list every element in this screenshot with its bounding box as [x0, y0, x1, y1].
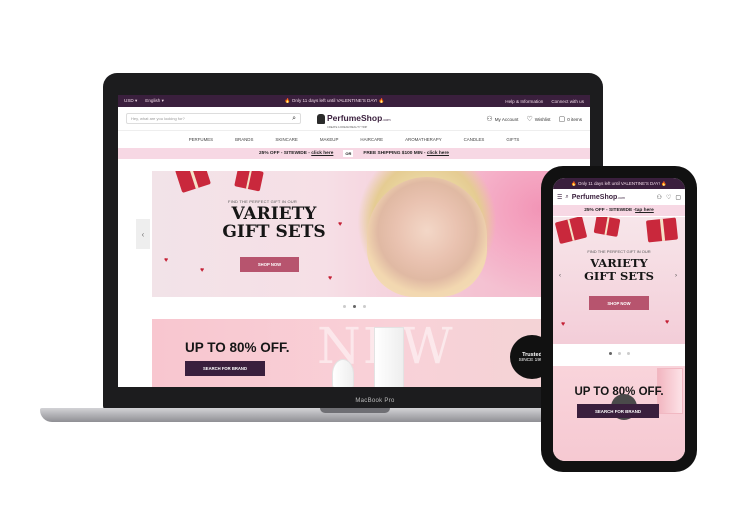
heart-decoration-icon: ♥ [164, 257, 169, 264]
sale-title: UP TO 80% OFF. [185, 340, 290, 355]
logo-tagline: CREATE A DREAM BEAUTY TRIP [327, 126, 368, 129]
carousel-dot[interactable] [626, 352, 630, 355]
promo-strip: 25% OFF - SITEWIDE - click here OR FREE … [118, 148, 590, 159]
header-actions: ⚇ My Account ♡ Wishlist ▢ 0 items [486, 115, 582, 123]
shop-now-button[interactable]: SHOP NOW [240, 257, 299, 272]
mobile-header-actions: ⚇ ♡ ▢ [657, 194, 681, 201]
carousel-dot[interactable] [362, 305, 366, 308]
mobile-sale-banner: UP TO 80% OFF. Trusted SEARCH FOR BRAND [553, 366, 685, 461]
search-icon[interactable]: ⌕ [292, 115, 296, 123]
heart-decoration-icon: ♥ [561, 321, 566, 328]
desktop-topbar: USD ▾ English ▾ 🔥 Only 11 days left unti… [118, 95, 590, 107]
gift-box-image [554, 217, 588, 245]
mobile-carousel-dots [553, 352, 685, 355]
search-input[interactable]: Hey, what are you looking for? ⌕ [126, 113, 301, 124]
main-nav: PERFUMES BRANDS SKINCARE MAKEUP HAIRCARE… [118, 131, 590, 148]
nav-item-skincare[interactable]: SKINCARE [275, 137, 297, 142]
mobile-promo-strip: 25% OFF - SITEWIDE - tap here [553, 205, 685, 216]
mobile-header: ☰ ⌕ PerfumeShop.com ⚇ ♡ ▢ [553, 189, 685, 205]
carousel-prev-button[interactable]: ‹ [136, 219, 150, 249]
model-portrait-image [367, 177, 487, 297]
carousel-dot-active[interactable] [352, 305, 356, 308]
mobile-search-for-brand-button[interactable]: SEARCH FOR BRAND [577, 404, 659, 418]
mobile-topbar: 🔥 Only 11 days left until VALENTINE'S DA… [553, 178, 685, 189]
search-placeholder: Hey, what are you looking for? [131, 116, 185, 121]
chevron-down-icon: ▾ [161, 98, 164, 103]
site-logo[interactable]: PerfumeShop.com CREATE A DREAM BEAUTY TR… [317, 108, 391, 129]
nav-item-candles[interactable]: CANDLES [464, 137, 485, 142]
mobile-carousel-prev[interactable]: ‹ [559, 273, 561, 279]
menu-icon[interactable]: ☰ [557, 194, 562, 201]
heart-icon: ♡ [526, 115, 533, 123]
currency-select[interactable]: USD ▾ [124, 98, 137, 104]
cart-link[interactable]: ▢ 0 items [559, 115, 582, 123]
logo-dotcom: .com [382, 118, 391, 122]
nav-item-haircare[interactable]: HAIRCARE [360, 137, 383, 142]
mobile-carousel-next[interactable]: › [675, 273, 677, 279]
heart-icon[interactable]: ♡ [666, 194, 671, 201]
heart-decoration-icon: ♥ [665, 319, 670, 326]
mobile-promo-link[interactable]: tap here [635, 208, 654, 213]
promo-separator: OR [343, 150, 354, 157]
bag-icon: ▢ [558, 115, 566, 123]
search-icon[interactable]: ⌕ [565, 194, 568, 201]
mobile-shop-now-button[interactable]: SHOP NOW [589, 296, 649, 310]
chevron-down-icon: ▾ [134, 98, 138, 103]
mobile-hero-title: VARIETY GIFT SETS [584, 256, 654, 283]
perfume-bottle-image [332, 359, 354, 387]
desktop-site: USD ▾ English ▾ 🔥 Only 11 days left unti… [118, 95, 590, 387]
help-link[interactable]: Help & Information [505, 99, 543, 104]
nav-item-aromatherapy[interactable]: AROMATHERAPY [405, 137, 442, 142]
nav-item-gifts[interactable]: GIFTS [506, 137, 519, 142]
announcement-text: 🔥 Only 11 days left until VALENTINE'S DA… [284, 98, 385, 103]
carousel-dot[interactable] [617, 352, 621, 355]
sale-banner: NEW UP TO 80% OFF. SEARCH FOR BRAND Trus… [152, 319, 586, 387]
perfume-bottle-image [374, 327, 404, 387]
mobile-hero-kicker: FIND THE PERFECT GIFT IN OUR [587, 249, 651, 254]
user-icon[interactable]: ⚇ [657, 194, 662, 201]
promo-right: FREE SHIPPING $100 MIN - click here [363, 151, 449, 156]
laptop-notch [320, 408, 390, 413]
nav-item-perfumes[interactable]: PERFUMES [189, 137, 213, 142]
device-mockup-stage: MacBook Pro USD ▾ English ▾ 🔥 Only 11 da… [0, 0, 750, 525]
gift-box-image [645, 217, 679, 243]
gift-box-image [593, 217, 621, 237]
connect-link[interactable]: Connect with us [551, 99, 584, 104]
carousel-dot[interactable] [342, 305, 346, 308]
carousel-dot-active[interactable] [608, 352, 612, 355]
gift-box-image [175, 171, 211, 194]
mobile-hero-slide: ♥ ♥ FIND THE PERFECT GIFT IN OUR VARIETY… [553, 217, 685, 344]
bag-icon[interactable]: ▢ [675, 194, 681, 201]
wishlist-link[interactable]: ♡ Wishlist [526, 115, 550, 123]
perfume-bottle-icon [317, 113, 325, 124]
heart-decoration-icon: ♥ [200, 267, 205, 274]
carousel-dots [118, 305, 590, 308]
logo-name: PerfumeShop [327, 113, 383, 123]
nav-item-brands[interactable]: BRANDS [235, 137, 253, 142]
promo-right-link[interactable]: click here [427, 151, 449, 156]
nav-item-makeup[interactable]: MAKEUP [320, 137, 339, 142]
promo-left: 25% OFF - SITEWIDE - click here [259, 151, 334, 156]
desktop-header: Hey, what are you looking for? ⌕ Perfume… [118, 107, 590, 131]
mobile-logo[interactable]: PerfumeShop.com [572, 194, 625, 201]
hero-carousel-slide: ♥ ♥ ♥ ♥ ♥ FIND THE PERFECT GIFT IN OUR V… [152, 171, 586, 297]
user-icon: ⚇ [486, 115, 493, 123]
promo-left-link[interactable]: click here [311, 151, 333, 156]
account-link[interactable]: ⚇ My Account [486, 115, 518, 123]
hero-title: VARIETY GIFT SETS [222, 204, 326, 242]
mobile-site: 🔥 Only 11 days left until VALENTINE'S DA… [553, 178, 685, 461]
language-select[interactable]: English ▾ [145, 98, 164, 104]
gift-box-image [234, 171, 264, 192]
heart-decoration-icon: ♥ [328, 275, 333, 282]
heart-decoration-icon: ♥ [338, 221, 343, 228]
search-for-brand-button[interactable]: SEARCH FOR BRAND [185, 361, 265, 376]
